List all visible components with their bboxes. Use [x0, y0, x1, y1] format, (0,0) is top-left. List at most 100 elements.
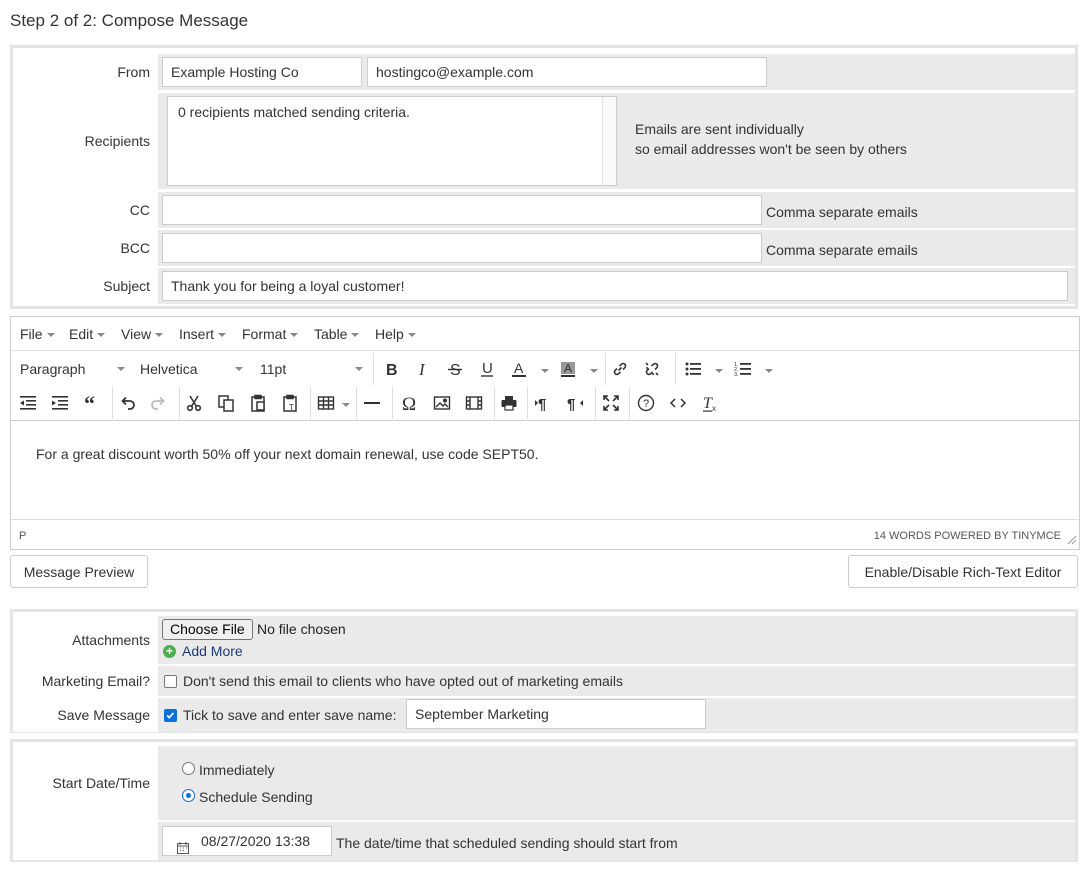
paste-text-icon[interactable]: T	[278, 391, 302, 415]
chevron-down-icon[interactable]	[590, 369, 598, 373]
chevron-down-icon	[355, 367, 363, 371]
print-icon[interactable]	[497, 391, 521, 415]
source-code-icon[interactable]	[666, 391, 690, 415]
chevron-down-icon[interactable]	[541, 369, 549, 373]
editor-content[interactable]: For a great discount worth 50% off your …	[11, 420, 1079, 520]
datetime-value: 08/27/2020 13:38	[201, 833, 310, 849]
chevron-down-icon[interactable]	[765, 369, 773, 373]
bullet-list-icon[interactable]	[681, 357, 705, 381]
menu-view[interactable]: View	[121, 326, 164, 342]
blockquote-icon[interactable]: “	[80, 391, 104, 415]
start-options-row: Immediately Schedule Sending	[158, 746, 1075, 820]
menu-format[interactable]: Format	[242, 326, 299, 342]
menu-insert[interactable]: Insert	[179, 326, 227, 342]
block-format-select[interactable]: Paragraph	[20, 361, 125, 377]
menu-edit-label: Edit	[69, 326, 94, 342]
cc-row: Comma separate emails	[158, 192, 1075, 228]
background-color-icon[interactable]: A	[556, 357, 580, 381]
add-more-link[interactable]: + Add More	[163, 643, 243, 659]
special-character-icon[interactable]: Ω	[398, 391, 422, 415]
immediately-radio[interactable]	[182, 762, 195, 775]
help-icon[interactable]: ?	[634, 391, 658, 415]
text-color-icon[interactable]: A	[507, 357, 531, 381]
from-row: Example Hosting Co hostingco@example.com	[158, 54, 1075, 90]
svg-text:A: A	[514, 360, 524, 376]
underline-icon[interactable]: U	[475, 357, 499, 381]
copy-icon[interactable]	[214, 391, 238, 415]
font-size-select[interactable]: 11pt	[260, 361, 363, 377]
datetime-label-spacer	[13, 822, 158, 860]
paste-icon[interactable]	[246, 391, 270, 415]
calendar-icon	[177, 835, 189, 854]
chevron-down-icon	[155, 333, 164, 337]
font-family-select[interactable]: Helvetica	[140, 361, 243, 377]
menu-file[interactable]: File	[20, 326, 55, 342]
bold-icon[interactable]: B	[379, 357, 403, 381]
indent-icon[interactable]	[48, 391, 72, 415]
datetime-input[interactable]: 08/27/2020 13:38	[162, 826, 332, 856]
cut-icon[interactable]	[182, 391, 206, 415]
svg-text:Ω: Ω	[402, 394, 416, 412]
redo-icon[interactable]	[147, 391, 171, 415]
horizontal-line-icon[interactable]	[360, 391, 384, 415]
editor-menubar: File Edit View Insert Format Table Help	[11, 317, 1079, 351]
resize-handle-icon[interactable]	[1067, 535, 1077, 545]
attachments-label: Attachments	[13, 616, 158, 664]
undo-icon[interactable]	[115, 391, 139, 415]
from-label: From	[13, 54, 158, 90]
rich-text-editor: File Edit View Insert Format Table Help …	[10, 316, 1080, 550]
from-email-input[interactable]: hostingco@example.com	[367, 57, 767, 87]
unlink-icon[interactable]	[640, 357, 664, 381]
choose-file-button[interactable]: Choose File	[162, 619, 253, 640]
image-icon[interactable]	[430, 391, 454, 415]
rtl-direction-icon[interactable]: ¶	[563, 391, 587, 415]
message-preview-button[interactable]: Message Preview	[10, 555, 148, 588]
chevron-down-icon[interactable]	[715, 369, 723, 373]
element-path[interactable]: P	[19, 530, 26, 542]
recipients-textarea[interactable]: 0 recipients matched sending criteria.	[167, 96, 617, 186]
page-title: Step 2 of 2: Compose Message	[10, 11, 249, 30]
subject-input[interactable]: Thank you for being a loyal customer!	[162, 271, 1068, 301]
menu-insert-label: Insert	[179, 326, 215, 342]
save-message-row: Tick to save and enter save name: Septem…	[158, 698, 1075, 732]
marketing-optout-checkbox[interactable]	[164, 675, 177, 688]
bcc-input[interactable]	[162, 233, 762, 263]
datetime-row: 08/27/2020 13:38 The date/time that sche…	[158, 822, 1075, 860]
menu-help[interactable]: Help	[375, 326, 416, 342]
svg-text:3.: 3.	[734, 372, 739, 378]
media-icon[interactable]	[462, 391, 486, 415]
save-name-input[interactable]: September Marketing	[406, 699, 706, 729]
save-message-checkbox[interactable]	[164, 709, 177, 722]
recipients-scrollbar[interactable]	[602, 97, 616, 185]
link-icon[interactable]	[608, 357, 632, 381]
menu-edit[interactable]: Edit	[69, 326, 106, 342]
svg-text:T: T	[289, 403, 294, 412]
chevron-down-icon[interactable]	[342, 403, 350, 407]
from-name-input[interactable]: Example Hosting Co	[162, 57, 362, 87]
outdent-icon[interactable]	[16, 391, 40, 415]
bcc-label: BCC	[13, 230, 158, 266]
table-icon[interactable]	[314, 391, 338, 415]
ltr-direction-icon[interactable]: ¶	[531, 391, 555, 415]
chevron-down-icon	[97, 333, 106, 337]
toggle-rich-text-editor-button[interactable]: Enable/Disable Rich-Text Editor	[848, 555, 1078, 588]
svg-text:“: “	[84, 394, 95, 412]
numbered-list-icon[interactable]: 1. 2. 3.	[731, 357, 755, 381]
subject-label: Subject	[13, 268, 158, 304]
svg-text:U: U	[482, 360, 493, 377]
menu-table[interactable]: Table	[314, 326, 360, 342]
start-datetime-label: Start Date/Time	[13, 746, 158, 820]
strikethrough-icon[interactable]: S	[443, 357, 467, 381]
cc-input[interactable]	[162, 195, 762, 225]
menu-table-label: Table	[314, 326, 348, 342]
schedule-panel: Start Date/Time Immediately Schedule Sen…	[10, 739, 1078, 862]
subject-row: Thank you for being a loyal customer!	[158, 268, 1075, 304]
recipients-label: Recipients	[13, 93, 158, 189]
toolbar-divider	[675, 353, 676, 385]
fullscreen-icon[interactable]	[599, 391, 623, 415]
schedule-sending-radio[interactable]	[182, 789, 195, 802]
clear-formatting-icon[interactable]: Tx	[698, 391, 722, 415]
marketing-email-row: Don't send this email to clients who hav…	[158, 666, 1075, 696]
svg-text:B: B	[386, 362, 398, 378]
italic-icon[interactable]: I	[411, 357, 435, 381]
